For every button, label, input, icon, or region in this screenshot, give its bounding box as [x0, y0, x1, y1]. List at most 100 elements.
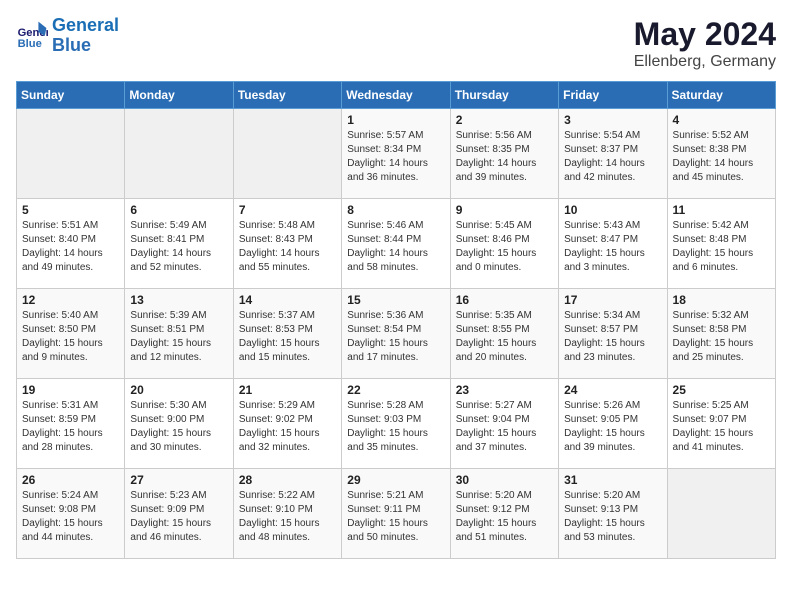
day-number: 19 — [22, 383, 119, 397]
cell-info: Sunrise: 5:51 AM Sunset: 8:40 PM Dayligh… — [22, 219, 119, 275]
day-number: 4 — [673, 113, 770, 127]
calendar-cell: 18 Sunrise: 5:32 AM Sunset: 8:58 PM Dayli… — [667, 289, 775, 379]
calendar-cell: 30Sunrise: 5:20 AM Sunset: 9:12 PM Dayli… — [450, 469, 558, 559]
cell-info: Sunrise: 5:30 AM Sunset: 9:00 PM Dayligh… — [130, 399, 227, 455]
day-number: 2 — [456, 113, 553, 127]
calendar-cell: 29 Sunrise: 5:21 AM Sunset: 9:11 PM Dayli… — [342, 469, 450, 559]
calendar-cell: 31Sunrise: 5:20 AM Sunset: 9:13 PM Dayli… — [559, 469, 667, 559]
day-number: 13 — [130, 293, 227, 307]
day-number: 7 — [239, 203, 336, 217]
day-number: 18 — [673, 293, 770, 307]
calendar-cell: 27Sunrise: 5:23 AM Sunset: 9:09 PM Dayli… — [125, 469, 233, 559]
day-number: 17 — [564, 293, 661, 307]
day-number: 24 — [564, 383, 661, 397]
day-number: 15 — [347, 293, 444, 307]
cell-info: Sunrise: 5:26 AM Sunset: 9:05 PM Dayligh… — [564, 399, 661, 455]
cell-info: Sunrise: 5:45 AM Sunset: 8:46 PM Dayligh… — [456, 219, 553, 275]
day-number: 28 — [239, 473, 336, 487]
day-number: 23 — [456, 383, 553, 397]
calendar-cell: 25 Sunrise: 5:25 AM Sunset: 9:07 PM Dayli… — [667, 379, 775, 469]
cell-info: Sunrise: 5:52 AM Sunset: 8:38 PM Dayligh… — [673, 129, 770, 185]
cell-info: Sunrise: 5:28 AM Sunset: 9:03 PM Dayligh… — [347, 399, 444, 455]
logo-blue: Blue — [52, 35, 91, 55]
calendar-cell: 19Sunrise: 5:31 AM Sunset: 8:59 PM Dayli… — [17, 379, 125, 469]
cell-info: Sunrise: 5:42 AM Sunset: 8:48 PM Dayligh… — [673, 219, 770, 275]
calendar-cell: 1Sunrise: 5:57 AM Sunset: 8:34 PM Daylig… — [342, 109, 450, 199]
calendar-cell: 23 Sunrise: 5:27 AM Sunset: 9:04 PM Dayli… — [450, 379, 558, 469]
logo-text: General Blue — [52, 16, 119, 56]
day-header-saturday: Saturday — [667, 82, 775, 109]
day-number: 27 — [130, 473, 227, 487]
day-number: 20 — [130, 383, 227, 397]
week-row-2: 5 Sunrise: 5:51 AM Sunset: 8:40 PM Daylig… — [17, 199, 776, 289]
day-number: 26 — [22, 473, 119, 487]
day-number: 22 — [347, 383, 444, 397]
calendar-cell: 13Sunrise: 5:39 AM Sunset: 8:51 PM Dayli… — [125, 289, 233, 379]
day-number: 5 — [22, 203, 119, 217]
title-block: May 2024 Ellenberg, Germany — [634, 16, 776, 71]
cell-info: Sunrise: 5:49 AM Sunset: 8:41 PM Dayligh… — [130, 219, 227, 275]
day-number: 6 — [130, 203, 227, 217]
calendar-cell — [667, 469, 775, 559]
cell-info: Sunrise: 5:25 AM Sunset: 9:07 PM Dayligh… — [673, 399, 770, 455]
cell-info: Sunrise: 5:27 AM Sunset: 9:04 PM Dayligh… — [456, 399, 553, 455]
day-number: 12 — [22, 293, 119, 307]
calendar-cell: 22 Sunrise: 5:28 AM Sunset: 9:03 PM Dayli… — [342, 379, 450, 469]
cell-info: Sunrise: 5:48 AM Sunset: 8:43 PM Dayligh… — [239, 219, 336, 275]
cell-info: Sunrise: 5:34 AM Sunset: 8:57 PM Dayligh… — [564, 309, 661, 365]
day-number: 25 — [673, 383, 770, 397]
day-number: 9 — [456, 203, 553, 217]
calendar-cell: 21Sunrise: 5:29 AM Sunset: 9:02 PM Dayli… — [233, 379, 341, 469]
calendar-cell: 11Sunrise: 5:42 AM Sunset: 8:48 PM Dayli… — [667, 199, 775, 289]
cell-info: Sunrise: 5:35 AM Sunset: 8:55 PM Dayligh… — [456, 309, 553, 365]
day-header-wednesday: Wednesday — [342, 82, 450, 109]
day-number: 16 — [456, 293, 553, 307]
location-subtitle: Ellenberg, Germany — [634, 53, 776, 71]
days-of-week-row: SundayMondayTuesdayWednesdayThursdayFrid… — [17, 82, 776, 109]
calendar-cell — [17, 109, 125, 199]
cell-info: Sunrise: 5:54 AM Sunset: 8:37 PM Dayligh… — [564, 129, 661, 185]
logo: General Blue General Blue — [16, 16, 119, 56]
cell-info: Sunrise: 5:40 AM Sunset: 8:50 PM Dayligh… — [22, 309, 119, 365]
calendar-cell — [125, 109, 233, 199]
calendar-header: SundayMondayTuesdayWednesdayThursdayFrid… — [17, 82, 776, 109]
calendar-cell: 9 Sunrise: 5:45 AM Sunset: 8:46 PM Daylig… — [450, 199, 558, 289]
cell-info: Sunrise: 5:56 AM Sunset: 8:35 PM Dayligh… — [456, 129, 553, 185]
cell-info: Sunrise: 5:32 AM Sunset: 8:58 PM Dayligh… — [673, 309, 770, 365]
calendar-cell: 7 Sunrise: 5:48 AM Sunset: 8:43 PM Daylig… — [233, 199, 341, 289]
day-number: 14 — [239, 293, 336, 307]
calendar-cell: 5 Sunrise: 5:51 AM Sunset: 8:40 PM Daylig… — [17, 199, 125, 289]
calendar-cell: 3 Sunrise: 5:54 AM Sunset: 8:37 PM Daylig… — [559, 109, 667, 199]
calendar-table: SundayMondayTuesdayWednesdayThursdayFrid… — [16, 81, 776, 559]
cell-info: Sunrise: 5:37 AM Sunset: 8:53 PM Dayligh… — [239, 309, 336, 365]
cell-info: Sunrise: 5:22 AM Sunset: 9:10 PM Dayligh… — [239, 489, 336, 545]
calendar-cell: 17 Sunrise: 5:34 AM Sunset: 8:57 PM Dayli… — [559, 289, 667, 379]
cell-info: Sunrise: 5:29 AM Sunset: 9:02 PM Dayligh… — [239, 399, 336, 455]
day-number: 1 — [347, 113, 444, 127]
day-header-sunday: Sunday — [17, 82, 125, 109]
calendar-cell: 2 Sunrise: 5:56 AM Sunset: 8:35 PM Daylig… — [450, 109, 558, 199]
calendar-cell: 6 Sunrise: 5:49 AM Sunset: 8:41 PM Daylig… — [125, 199, 233, 289]
week-row-4: 19Sunrise: 5:31 AM Sunset: 8:59 PM Dayli… — [17, 379, 776, 469]
calendar-cell: 12 Sunrise: 5:40 AM Sunset: 8:50 PM Dayli… — [17, 289, 125, 379]
calendar-cell: 14 Sunrise: 5:37 AM Sunset: 8:53 PM Dayli… — [233, 289, 341, 379]
cell-info: Sunrise: 5:20 AM Sunset: 9:13 PM Dayligh… — [564, 489, 661, 545]
week-row-1: 1Sunrise: 5:57 AM Sunset: 8:34 PM Daylig… — [17, 109, 776, 199]
month-year-title: May 2024 — [634, 16, 776, 53]
cell-info: Sunrise: 5:21 AM Sunset: 9:11 PM Dayligh… — [347, 489, 444, 545]
calendar-cell: 8Sunrise: 5:46 AM Sunset: 8:44 PM Daylig… — [342, 199, 450, 289]
calendar-cell: 26 Sunrise: 5:24 AM Sunset: 9:08 PM Dayli… — [17, 469, 125, 559]
calendar-cell: 10Sunrise: 5:43 AM Sunset: 8:47 PM Dayli… — [559, 199, 667, 289]
day-number: 29 — [347, 473, 444, 487]
calendar-cell: 15Sunrise: 5:36 AM Sunset: 8:54 PM Dayli… — [342, 289, 450, 379]
cell-info: Sunrise: 5:24 AM Sunset: 9:08 PM Dayligh… — [22, 489, 119, 545]
day-header-friday: Friday — [559, 82, 667, 109]
day-number: 10 — [564, 203, 661, 217]
logo-icon: General Blue — [16, 20, 48, 52]
week-row-5: 26 Sunrise: 5:24 AM Sunset: 9:08 PM Dayli… — [17, 469, 776, 559]
calendar-cell: 28 Sunrise: 5:22 AM Sunset: 9:10 PM Dayli… — [233, 469, 341, 559]
calendar-body: 1Sunrise: 5:57 AM Sunset: 8:34 PM Daylig… — [17, 109, 776, 559]
calendar-cell: 20 Sunrise: 5:30 AM Sunset: 9:00 PM Dayli… — [125, 379, 233, 469]
day-number: 3 — [564, 113, 661, 127]
day-header-thursday: Thursday — [450, 82, 558, 109]
